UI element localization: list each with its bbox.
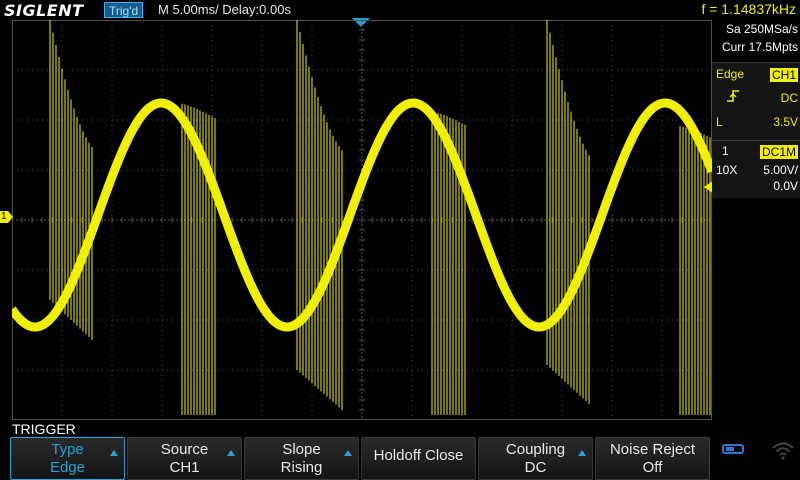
sample-rate: Sa 250MSa/s (725, 22, 798, 36)
rising-edge-icon (727, 90, 739, 102)
trigger-info-box[interactable]: Edge CH1 DC L 3.5V (712, 62, 800, 152)
usb-icon (722, 444, 744, 454)
ch1-marker-label: 1 (1, 211, 7, 222)
coupling-softkey[interactable]: Coupling DC (478, 437, 593, 480)
trigger-source-tag: CH1 (769, 68, 798, 82)
channel-number: 1 (722, 144, 729, 158)
vertical-offset: 0.0V (773, 179, 798, 193)
slope-softkey[interactable]: Slope Rising (244, 437, 359, 480)
noise-reject-softkey[interactable]: Noise Reject Off (595, 437, 710, 480)
trigger-status-badge: Trig'd (104, 2, 144, 18)
status-bar: SIGLENT Trig'd M 5.00ms/ Delay:0.00s f =… (0, 0, 800, 20)
vertical-scale: 5.00V/ (763, 163, 798, 177)
coupling-softkey-label: Coupling (505, 441, 566, 458)
trigger-type: Edge (716, 67, 745, 81)
slope-softkey-value: Rising (280, 459, 323, 476)
trigger-coupling: DC (780, 91, 798, 105)
trigger-level-value: 3.5V (773, 115, 798, 129)
source-softkey[interactable]: Source CH1 (127, 437, 242, 480)
ch1-waveform-trace (12, 20, 712, 415)
type-softkey-value: Edge (49, 459, 86, 476)
noise-reject-softkey-value: Off (642, 459, 663, 476)
source-softkey-value: CH1 (169, 459, 200, 476)
waveform-display[interactable] (12, 20, 712, 420)
wifi-icon (772, 442, 794, 460)
type-softkey-label: Type (51, 441, 84, 458)
up-arrow-icon (578, 450, 586, 456)
up-arrow-icon (344, 450, 352, 456)
info-panel: Sa 250MSa/s Curr 17.5Mpts Edge CH1 DC L … (712, 20, 800, 420)
coupling-softkey-value: DC (524, 459, 547, 476)
timebase-readout[interactable]: M 5.00ms/ Delay:0.00s (158, 2, 291, 18)
slope-softkey-label: Slope (282, 441, 321, 458)
ch1-info-box[interactable]: 1 DC1M 10X 5.00V/ 0.0V (712, 140, 800, 198)
source-softkey-label: Source (160, 441, 209, 458)
brand-logo: SIGLENT (4, 1, 84, 20)
menu-title: TRIGGER (12, 421, 76, 437)
channel-coupling-tag: DC1M (759, 145, 798, 159)
memory-depth: Curr 17.5Mpts (721, 40, 798, 54)
softkey-menu: Type Edge Source CH1 Slope Rising Holdof… (10, 437, 800, 480)
holdoff-softkey[interactable]: Holdoff Close (361, 437, 476, 480)
up-arrow-icon (110, 450, 118, 456)
trigger-level-label: L (716, 115, 723, 129)
frequency-counter: f = 1.14837kHz (701, 1, 796, 17)
holdoff-softkey-label: Holdoff Close (373, 447, 464, 464)
up-arrow-icon (227, 450, 235, 456)
noise-reject-softkey-label: Noise Reject (609, 441, 696, 458)
ch1-sine-trace (12, 98, 712, 332)
probe-ratio: 10X (716, 163, 738, 177)
type-softkey[interactable]: Type Edge (10, 437, 125, 480)
